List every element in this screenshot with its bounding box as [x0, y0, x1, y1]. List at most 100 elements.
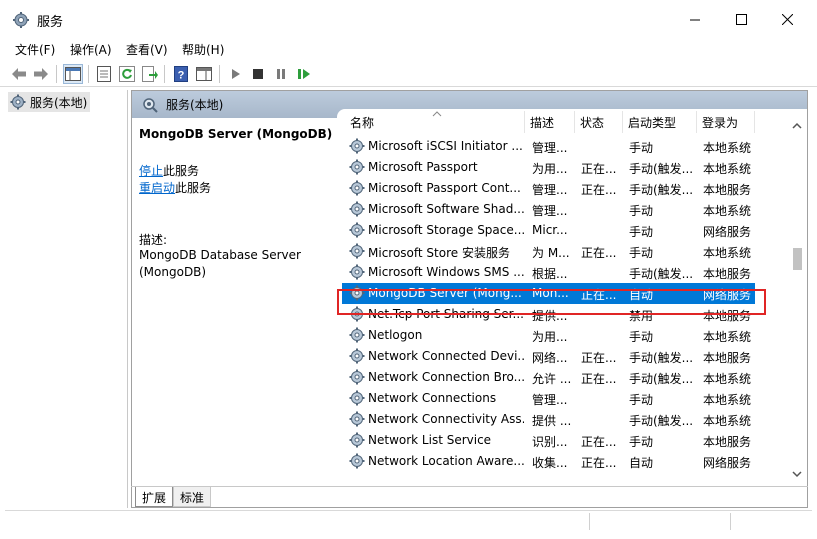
table-row[interactable]: Network Connectivity Ass... 提供 ... 手动(触发..…: [337, 409, 789, 430]
start-service-button[interactable]: [226, 64, 246, 84]
restart-action-suffix: 此服务: [175, 181, 212, 195]
service-name-cell: Microsoft Windows SMS ...: [368, 265, 524, 279]
service-name-cell: Microsoft Passport: [368, 160, 478, 174]
service-startup-type-cell: 手动: [629, 435, 654, 449]
column-divider[interactable]: [696, 111, 697, 133]
show-console-tree-button[interactable]: [63, 64, 83, 84]
table-row[interactable]: Netlogon 为用... 手动 本地系统: [337, 325, 789, 346]
toolbar-separator: [219, 65, 220, 83]
tree-item-services-local[interactable]: 服务(本地): [8, 92, 91, 112]
export-list-button[interactable]: [140, 64, 160, 84]
table-row[interactable]: Network Connections 管理... 手动 本地系统: [337, 388, 789, 409]
service-gear-icon: [349, 453, 365, 469]
column-header-status[interactable]: 状态: [580, 109, 620, 135]
menu-file[interactable]: 文件(F): [15, 41, 55, 58]
restart-icon: [298, 69, 310, 79]
maximize-button[interactable]: [718, 0, 764, 38]
table-row[interactable]: Microsoft Store 安装服务 为 M... 正在... 手动 本地系统: [337, 241, 789, 262]
scroll-down-icon[interactable]: [792, 470, 802, 478]
service-description-cell: 识别...: [532, 435, 568, 449]
table-row[interactable]: Microsoft Passport Cont... 管理... 正在... 手动(触…: [337, 178, 789, 199]
service-description-cell: Micr...: [532, 223, 568, 237]
column-divider[interactable]: [574, 111, 575, 133]
refresh-button[interactable]: [117, 64, 137, 84]
table-row[interactable]: Network Connection Bro... 允许 ... 正在... 手动(触…: [337, 367, 789, 388]
status-bar-divider: [730, 513, 731, 530]
table-row[interactable]: Microsoft iSCSI Initiator ... 管理... 手动 本地系统: [337, 136, 789, 157]
window-bottom-edge: [0, 530, 817, 539]
vertical-scrollbar[interactable]: [787, 117, 807, 484]
help-button[interactable]: ?: [171, 64, 191, 84]
table-row[interactable]: Microsoft Passport 为用... 正在... 手动(触发... 本地系统: [337, 157, 789, 178]
service-name-cell: Microsoft Passport Cont...: [368, 181, 521, 195]
restart-service-link[interactable]: 重启动: [139, 181, 175, 195]
table-row[interactable]: Microsoft Storage Space... Micr... 手动 网络服务: [337, 220, 789, 241]
stop-icon: [253, 69, 263, 79]
column-divider[interactable]: [754, 111, 755, 133]
action-pane-icon: [196, 67, 212, 81]
menu-view[interactable]: 查看(V): [126, 41, 168, 58]
column-header-name[interactable]: 名称: [350, 109, 520, 135]
service-gear-icon: [349, 159, 365, 175]
service-gear-icon: [349, 222, 365, 238]
service-startup-type-cell: 手动(触发...: [629, 351, 694, 365]
column-header-log-on-as[interactable]: 登录为: [702, 109, 762, 135]
service-startup-type-cell: 手动(触发...: [629, 183, 694, 197]
service-name-cell: Network Connectivity Ass...: [368, 412, 524, 426]
toolbar-separator: [56, 65, 57, 83]
toolbar-separator: [88, 65, 89, 83]
close-icon: [781, 13, 793, 25]
service-name-cell: Network Connected Devi...: [368, 349, 524, 363]
service-name-cell: Network List Service: [368, 433, 492, 447]
minimize-icon: [689, 19, 700, 20]
table-row[interactable]: Microsoft Windows SMS ... 根据... 手动(触发... 本地…: [337, 262, 789, 283]
show-hide-action-pane-button[interactable]: [194, 64, 214, 84]
service-log-on-as-cell: 网络服务: [703, 456, 752, 470]
stop-action: 停止此服务: [139, 162, 199, 179]
services-search-icon: [143, 97, 158, 113]
back-button[interactable]: [9, 64, 29, 84]
menu-action[interactable]: 操作(A): [70, 41, 112, 58]
description-pane: MongoDB Server (MongoDB) 停止此服务 重启动此服务 描述…: [132, 118, 332, 481]
restart-action: 重启动此服务: [139, 179, 211, 196]
tree-item-label: 服务(本地): [30, 95, 88, 110]
service-gear-icon: [349, 369, 365, 385]
table-row[interactable]: Network Connected Devi... 网络... 正在... 手动(触发…: [337, 346, 789, 367]
toolbar: ?: [0, 61, 817, 87]
minimize-button[interactable]: [672, 0, 718, 38]
refresh-icon: [119, 66, 135, 82]
service-gear-icon: [349, 411, 365, 427]
services-gear-icon: [10, 94, 26, 110]
pause-service-button[interactable]: [271, 64, 291, 84]
scrollbar-thumb[interactable]: [793, 248, 802, 270]
forward-button[interactable]: [31, 64, 51, 84]
menu-help[interactable]: 帮助(H): [182, 41, 224, 58]
column-header-description[interactable]: 描述: [530, 109, 570, 135]
restart-service-button[interactable]: [294, 64, 314, 84]
table-row[interactable]: Network List Service 识别... 正在... 手动 本地服务: [337, 430, 789, 451]
service-startup-type-cell: 手动: [629, 225, 654, 239]
column-divider[interactable]: [622, 111, 623, 133]
column-divider[interactable]: [524, 111, 525, 133]
service-startup-type-cell: 手动(触发...: [629, 267, 694, 281]
stop-action-suffix: 此服务: [163, 164, 200, 178]
service-description-cell: 收集...: [532, 456, 568, 470]
table-row[interactable]: Network Location Aware... 收集... 正在... 自动 网络服…: [337, 451, 789, 472]
service-startup-type-cell: 手动: [629, 393, 654, 407]
stop-service-button[interactable]: [248, 64, 268, 84]
table-row[interactable]: Microsoft Software Shad... 管理... 手动 本地系统: [337, 199, 789, 220]
tab-standard[interactable]: 标准: [173, 487, 212, 507]
scroll-up-icon[interactable]: [792, 122, 802, 130]
svg-text:?: ?: [178, 70, 185, 82]
stop-service-link[interactable]: 停止: [139, 164, 163, 178]
properties-button[interactable]: [94, 64, 114, 84]
service-status-cell: 正在...: [581, 183, 617, 197]
description-text: MongoDB Database Server (MongoDB): [139, 248, 301, 279]
close-button[interactable]: [764, 0, 810, 38]
service-status-cell: 正在...: [581, 162, 617, 176]
column-header-startup-type[interactable]: 启动类型: [628, 109, 694, 135]
service-gear-icon: [349, 432, 365, 448]
service-startup-type-cell: 自动: [629, 456, 654, 470]
service-log-on-as-cell: 本地系统: [703, 246, 752, 260]
tab-extended[interactable]: 扩展: [135, 487, 174, 507]
